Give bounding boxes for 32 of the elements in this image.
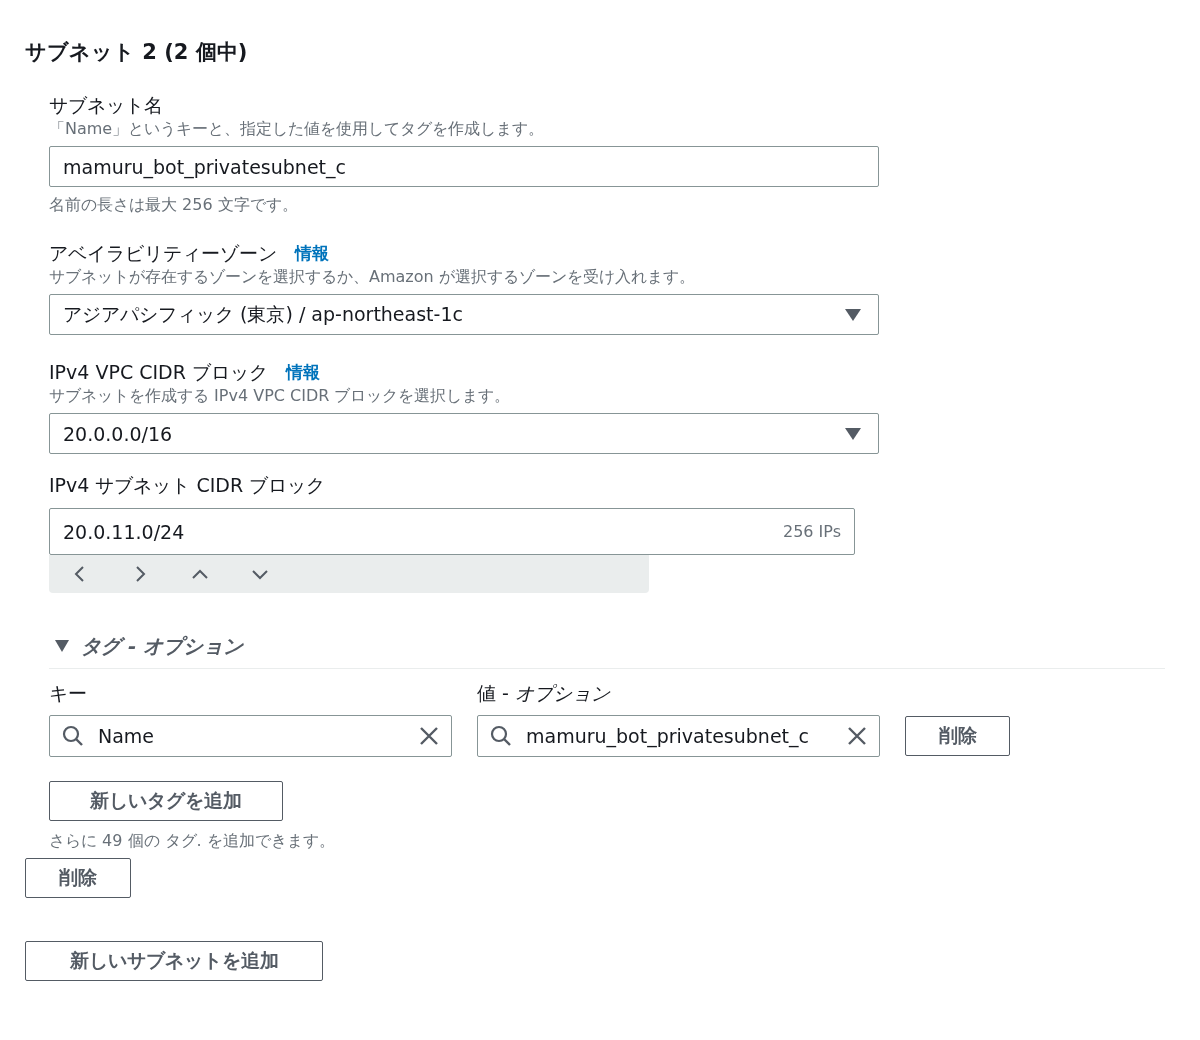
- field-label: IPv4 サブネット CIDR ブロック: [49, 473, 326, 498]
- search-icon: [490, 725, 512, 747]
- field-label: アベイラビリティーゾーン: [49, 241, 277, 266]
- tag-value-field[interactable]: mamuru_bot_privatesubnet_c: [477, 715, 880, 757]
- info-link[interactable]: 情報: [285, 359, 320, 385]
- add-subnet-button[interactable]: 新しいサブネットを追加: [25, 941, 323, 981]
- tag-limit-note: さらに 49 個の タグ. を追加できます。: [49, 831, 336, 852]
- cidr-field[interactable]: 20.0.11.0/24 256 IPs: [49, 508, 855, 555]
- expand-triangle-icon[interactable]: [55, 639, 69, 654]
- dropdown-field[interactable]: アジアパシフィック (東京) / ap-northeast-1c: [49, 294, 879, 335]
- add-tag-button[interactable]: 新しいタグを追加: [49, 781, 283, 821]
- dropdown-field[interactable]: 20.0.0.0/16: [49, 413, 879, 454]
- clear-icon[interactable]: [847, 726, 867, 746]
- field-hint: 名前の長さは最大 256 文字です。: [49, 195, 299, 216]
- remove-tag-button[interactable]: 削除: [905, 716, 1010, 756]
- field-description: 「Name」というキーと、指定した値を使用してタグを作成します。: [49, 118, 546, 140]
- dropdown-caret-icon: [845, 427, 861, 440]
- field-description: サブネットを作成する IPv4 VPC CIDR ブロックを選択します。: [49, 385, 512, 407]
- field-label: IPv4 VPC CIDR ブロック: [49, 360, 268, 385]
- info-link[interactable]: 情報: [295, 240, 329, 266]
- remove-subnet-button[interactable]: 削除: [25, 858, 131, 898]
- section-heading: サブネット 2 (2 個中): [25, 39, 249, 66]
- value-column-label: 値 - オプション: [477, 681, 611, 706]
- key-column-label: キー: [49, 681, 88, 706]
- dropdown-caret-icon: [845, 308, 861, 321]
- clear-icon[interactable]: [419, 726, 439, 746]
- field-description: サブネットが存在するゾーンを選択するか、Amazon が選択するゾーンを受け入れます。: [49, 266, 696, 288]
- tag-key-field[interactable]: Name: [49, 715, 452, 757]
- tags-section-title[interactable]: タグ - オプション: [81, 633, 244, 660]
- subnet-name-field[interactable]: mamuru_bot_privatesubnet_c: [49, 146, 879, 187]
- field-label: サブネット名: [49, 93, 163, 118]
- search-icon: [62, 725, 84, 747]
